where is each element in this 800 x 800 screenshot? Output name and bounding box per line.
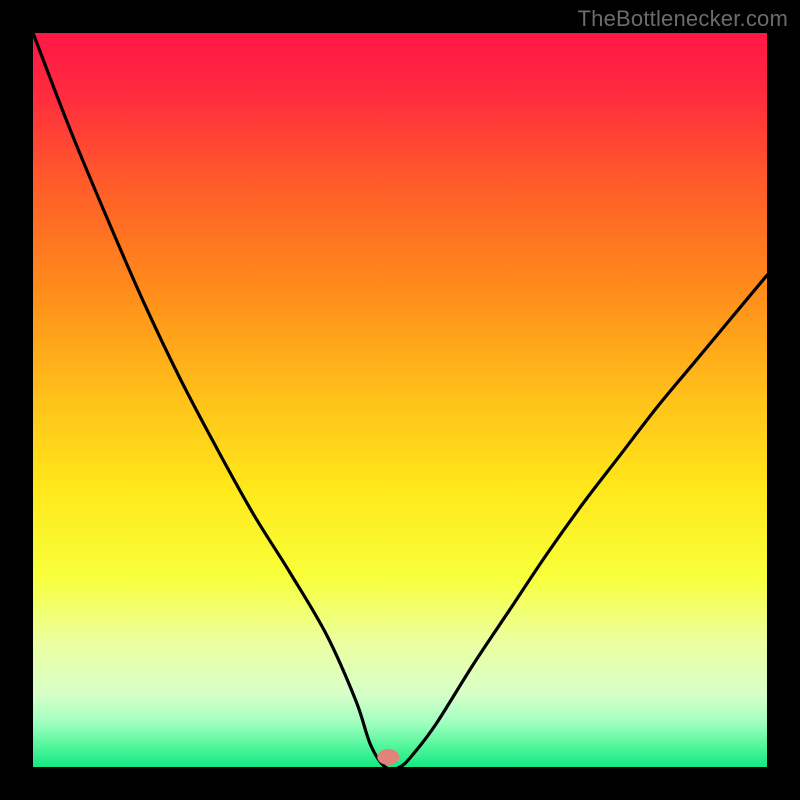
plot-background bbox=[33, 33, 767, 767]
chart-frame: { "attribution": "TheBottlenecker.com", … bbox=[0, 0, 800, 800]
attribution-label: TheBottlenecker.com bbox=[578, 6, 788, 32]
optimum-marker bbox=[377, 749, 399, 765]
bottleneck-chart bbox=[0, 0, 800, 800]
